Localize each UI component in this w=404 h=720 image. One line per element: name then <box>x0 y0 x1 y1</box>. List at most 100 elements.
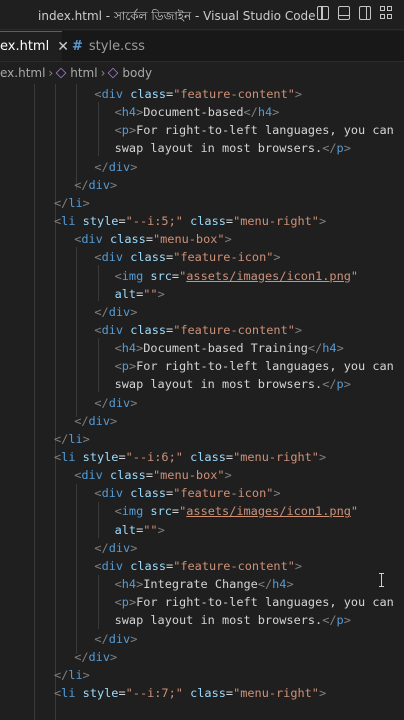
code-token: > <box>157 522 165 537</box>
breadcrumb-item-html[interactable]: html <box>70 66 97 80</box>
code-token: class <box>130 250 167 265</box>
code-token: swap layout in most browsers. <box>114 141 323 156</box>
code-token: class <box>130 87 167 101</box>
code-token: Integrate Change <box>143 577 258 592</box>
code-line[interactable]: <div class="menu-box"> <box>74 230 232 248</box>
code-token: </ <box>322 141 337 156</box>
indent-guide <box>76 484 77 654</box>
code-line[interactable]: <img src="assets/images/icon1.png" <box>115 267 358 285</box>
code-line[interactable]: <div class="feature-content"> <box>94 85 302 103</box>
toggle-panel-icon[interactable] <box>338 6 350 20</box>
code-token: "" <box>143 286 158 301</box>
code-token: "menu-box" <box>152 232 225 247</box>
code-token: "--i:6;" <box>125 450 183 464</box>
code-token: assets/images/icon1.png <box>186 268 351 283</box>
code-line[interactable]: <h4>Integrate Change</h4> <box>115 575 294 593</box>
code-line[interactable]: swap layout in most browsers.</p> <box>115 611 351 629</box>
code-line[interactable]: </div> <box>94 539 137 557</box>
code-line[interactable]: <p>For right-to-left languages, you can <box>115 121 394 139</box>
code-line[interactable]: alt=""> <box>115 285 165 303</box>
code-editor[interactable]: <div class="feature-content"> <h4>Documen… <box>0 84 404 720</box>
code-line[interactable]: </div> <box>94 394 137 412</box>
code-line[interactable]: </div> <box>74 648 117 666</box>
code-line[interactable]: swap layout in most browsers.</p> <box>115 139 351 157</box>
code-token: div <box>101 558 124 573</box>
customize-layout-icon[interactable] <box>380 6 392 20</box>
code-token: class <box>130 486 167 501</box>
code-token: > <box>286 577 294 592</box>
code-token: > <box>130 631 138 646</box>
code-token: p <box>121 123 129 138</box>
code-token: img <box>121 268 144 283</box>
code-token: </ <box>94 540 109 555</box>
code-line[interactable]: <div class="feature-content"> <box>94 321 302 339</box>
code-token: alt <box>114 522 137 537</box>
code-token: Document-based Training <box>143 341 308 356</box>
code-line[interactable]: <div class="feature-content"> <box>94 557 302 575</box>
code-token: alt <box>114 286 137 301</box>
title-bar: index.html - সার্কেল ডিজাইন - Visual Stu… <box>0 0 404 30</box>
code-token: < <box>114 268 122 283</box>
code-token: div <box>108 631 131 646</box>
code-token: div <box>88 649 110 664</box>
tab-style-css[interactable]: # style.css <box>62 31 145 61</box>
code-token: </ <box>54 195 69 210</box>
code-line[interactable]: </li> <box>54 430 90 448</box>
tab-index-html[interactable]: ex.html ✕ <box>0 31 69 61</box>
toggle-secondary-sidebar-icon[interactable] <box>359 6 371 20</box>
code-line[interactable]: <div class="feature-icon"> <box>94 484 280 502</box>
indent-guide <box>98 265 99 301</box>
breadcrumb-file[interactable]: ex.html <box>0 66 45 80</box>
code-token: "feature-content" <box>173 87 295 101</box>
tab-label: style.css <box>88 38 145 54</box>
code-token: "menu-right" <box>233 685 319 700</box>
code-token: </ <box>54 667 69 682</box>
code-line[interactable]: <div class="menu-box"> <box>74 466 232 484</box>
code-line[interactable]: <li style="--i:7;" class="menu-right"> <box>54 684 326 702</box>
code-token: h4 <box>121 577 137 592</box>
code-token: </ <box>257 577 273 592</box>
code-token: p <box>336 141 344 156</box>
code-line[interactable]: </div> <box>74 412 117 430</box>
code-token: </ <box>54 431 69 446</box>
code-line[interactable]: </div> <box>94 630 137 648</box>
code-line[interactable]: <h4>Document-based Training</h4> <box>115 339 344 357</box>
code-line[interactable]: <div class="feature-icon"> <box>94 248 280 266</box>
code-line[interactable]: </div> <box>74 176 117 194</box>
code-token: > <box>318 450 327 464</box>
code-token: < <box>94 322 102 337</box>
code-line[interactable]: </div> <box>94 158 137 176</box>
code-token: < <box>94 87 102 101</box>
code-token: div <box>88 413 110 428</box>
code-token: "feature-content" <box>173 558 295 573</box>
element-icon <box>55 67 67 79</box>
code-token: = <box>171 268 180 283</box>
code-token: li <box>68 431 83 446</box>
code-line[interactable]: swap layout in most browsers.</p> <box>115 375 351 393</box>
code-line[interactable]: </li> <box>54 194 90 212</box>
code-token: </ <box>74 177 89 192</box>
code-token: < <box>114 359 122 374</box>
code-line[interactable]: alt=""> <box>115 521 165 539</box>
code-line[interactable]: <li style="--i:5;" class="menu-right"> <box>54 212 326 230</box>
code-line[interactable]: <h4>Document-based</h4> <box>115 103 280 121</box>
toggle-primary-sidebar-icon[interactable] <box>317 6 329 20</box>
code-token: p <box>121 359 129 374</box>
code-token: = <box>171 504 180 519</box>
code-line[interactable]: </li> <box>54 666 90 684</box>
code-token: "menu-box" <box>152 468 225 483</box>
hash-icon: # <box>72 38 83 54</box>
element-icon <box>108 67 119 79</box>
code-line[interactable]: <li style="--i:6;" class="menu-right"> <box>54 448 326 466</box>
breadcrumb-item-body[interactable]: body <box>122 66 152 80</box>
code-token: </ <box>322 377 337 392</box>
code-line[interactable]: </div> <box>94 303 137 321</box>
code-line[interactable]: <p>For right-to-left languages, you can <box>115 593 394 611</box>
code-line[interactable]: <img src="assets/images/icon1.png" <box>115 502 358 520</box>
code-token: "menu-right" <box>233 450 319 464</box>
code-token: src <box>150 504 172 519</box>
code-line[interactable]: <p>For right-to-left languages, you can <box>115 357 394 375</box>
indent-guide <box>55 84 56 720</box>
